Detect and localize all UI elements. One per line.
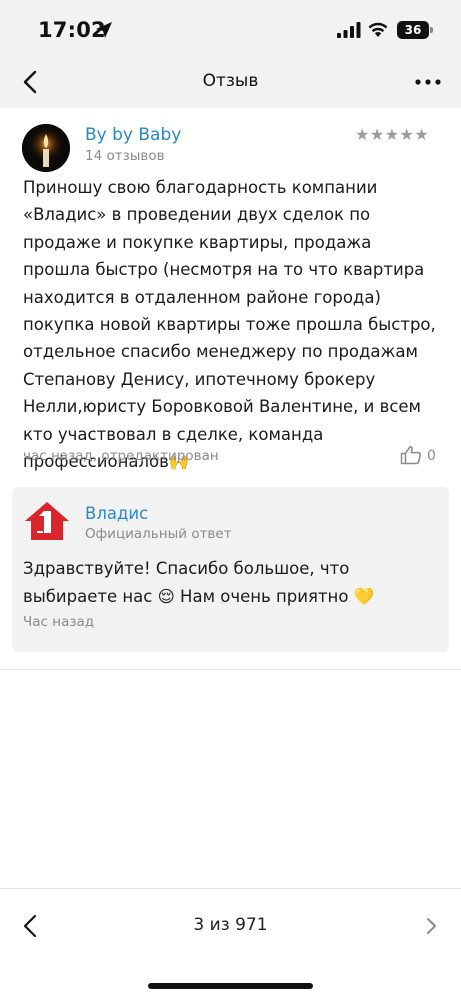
content-divider [0,669,461,670]
review-screen: 17:02 36 Отзыв By by Baby 14 отзывов ★★★… [0,0,461,1000]
top-area: 17:02 36 Отзыв [0,0,461,108]
company-reply: Владис Официальный ответ Здравствуйте! С… [12,487,449,652]
home-indicator[interactable] [148,983,313,989]
reply-timestamp: Час назад [23,614,95,630]
cellular-signal-icon [337,22,361,38]
pager-position: 3 из 971 [193,915,268,935]
vladis-logo-icon [25,502,69,540]
reply-text: Здравствуйте! Спасибо большое, что выбир… [23,559,375,606]
thumbs-up-icon [400,446,422,465]
candle-avatar-image [22,124,70,172]
next-review-icon[interactable] [420,914,442,938]
reply-author[interactable]: Владис [85,504,148,523]
author-review-count: 14 отзывов [85,148,165,164]
wifi-icon [368,22,388,37]
official-reply-badge: Официальный ответ [85,526,232,542]
page-title: Отзыв [202,71,259,91]
rating-stars: ★★★★★ [355,125,430,144]
like-button[interactable]: 0 [400,445,440,467]
nav-bar: Отзыв [0,56,461,108]
author-avatar[interactable] [22,124,70,172]
battery-icon: 36 [397,21,433,39]
review-author[interactable]: By by Baby [85,125,181,145]
review-pager: 3 из 971 [0,888,461,960]
more-dots-icon[interactable] [414,78,442,86]
battery-level: 36 [397,21,429,39]
location-arrow-icon [96,22,112,38]
review-text: Приношу свою благодарность компании «Вла… [23,178,436,472]
status-bar: 17:02 36 [0,0,461,56]
battery-tip [430,27,433,33]
like-count: 0 [427,448,436,464]
review-timestamp: час назад, отредактирован [23,448,219,464]
